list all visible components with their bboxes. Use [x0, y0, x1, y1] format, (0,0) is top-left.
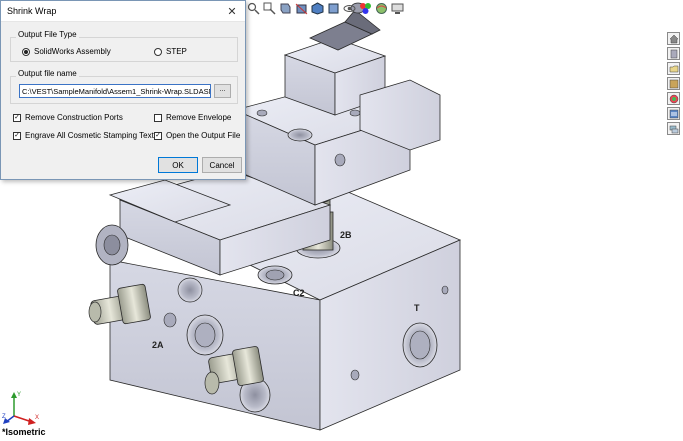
view-orientation-icon[interactable]: [310, 1, 324, 15]
forum-icon[interactable]: [667, 122, 680, 135]
radio-step[interactable]: STEP: [154, 47, 187, 56]
browse-button[interactable]: ...: [214, 84, 231, 98]
close-icon[interactable]: ✕: [225, 5, 239, 18]
port-c2-label: C2: [293, 288, 305, 298]
view-triad[interactable]: Y X Z: [2, 388, 42, 426]
radio-circle-assembly[interactable]: [22, 47, 30, 56]
open-output-label: Open the Output File: [166, 131, 241, 140]
engrave-check-icon[interactable]: ✓: [13, 131, 21, 140]
port-2b-label: 2B: [340, 230, 352, 240]
open-output-file-checkbox[interactable]: ✓ Open the Output File: [154, 131, 240, 140]
radio-step-label: STEP: [166, 47, 187, 56]
file-explorer-icon[interactable]: [667, 62, 680, 75]
cancel-button[interactable]: Cancel: [202, 157, 242, 173]
remove-envelope-check-icon[interactable]: [154, 113, 162, 122]
remove-envelope-label: Remove Envelope: [166, 113, 232, 122]
edit-appearance-icon[interactable]: [358, 1, 372, 15]
remove-construction-check-icon[interactable]: ✓: [13, 113, 21, 122]
port-t-label: T: [414, 303, 420, 313]
display-style-icon[interactable]: [326, 1, 340, 15]
radio-assembly-label: SolidWorks Assembly: [34, 47, 111, 56]
ok-button[interactable]: OK: [158, 157, 198, 173]
file-name-group-title: Output file name: [16, 69, 79, 78]
dialog-titlebar[interactable]: Shrink Wrap ✕: [1, 1, 245, 22]
engrave-cosmetic-text-checkbox[interactable]: ✓ Engrave All Cosmetic Stamping Text: [13, 131, 154, 140]
dialog-title: Shrink Wrap: [7, 6, 57, 16]
radio-solidworks-assembly[interactable]: SolidWorks Assembly: [22, 47, 111, 56]
open-output-check-icon[interactable]: ✓: [154, 131, 162, 140]
apply-scene-icon[interactable]: [374, 1, 388, 15]
previous-view-icon[interactable]: [278, 1, 292, 15]
triad-z: Z: [2, 414, 6, 420]
home-icon[interactable]: [667, 32, 680, 45]
custom-properties-icon[interactable]: [667, 107, 680, 120]
remove-construction-ports-checkbox[interactable]: ✓ Remove Construction Ports: [13, 113, 123, 122]
section-view-icon[interactable]: [294, 1, 308, 15]
remove-envelope-checkbox[interactable]: Remove Envelope: [154, 113, 231, 122]
view-palette-icon[interactable]: [667, 77, 680, 90]
engrave-label: Engrave All Cosmetic Stamping Text: [25, 131, 154, 140]
output-type-group-title: Output File Type: [16, 30, 79, 39]
appearances-icon[interactable]: [667, 92, 680, 105]
triad-y: Y: [17, 392, 21, 398]
output-file-name-input[interactable]: C:\VEST\SampleManifold\Assem1_Shrink-Wra…: [19, 84, 211, 98]
shrink-wrap-dialog: Shrink Wrap ✕ Output File Type SolidWork…: [0, 0, 246, 180]
design-library-icon[interactable]: [667, 47, 680, 60]
triad-x: X: [35, 415, 39, 421]
port-2a-label: 2A: [152, 340, 164, 350]
heads-up-toolbar: [246, 0, 404, 16]
zoom-fit-icon[interactable]: [246, 1, 260, 15]
view-orientation-label: *Isometric: [2, 427, 46, 437]
hide-show-icon[interactable]: [342, 1, 356, 15]
radio-circle-step[interactable]: [154, 47, 162, 56]
view-settings-icon[interactable]: [390, 1, 404, 15]
zoom-area-icon[interactable]: [262, 1, 276, 15]
remove-construction-label: Remove Construction Ports: [25, 113, 123, 122]
fitting-2a: [88, 283, 151, 325]
task-pane-tabs: [667, 32, 681, 135]
